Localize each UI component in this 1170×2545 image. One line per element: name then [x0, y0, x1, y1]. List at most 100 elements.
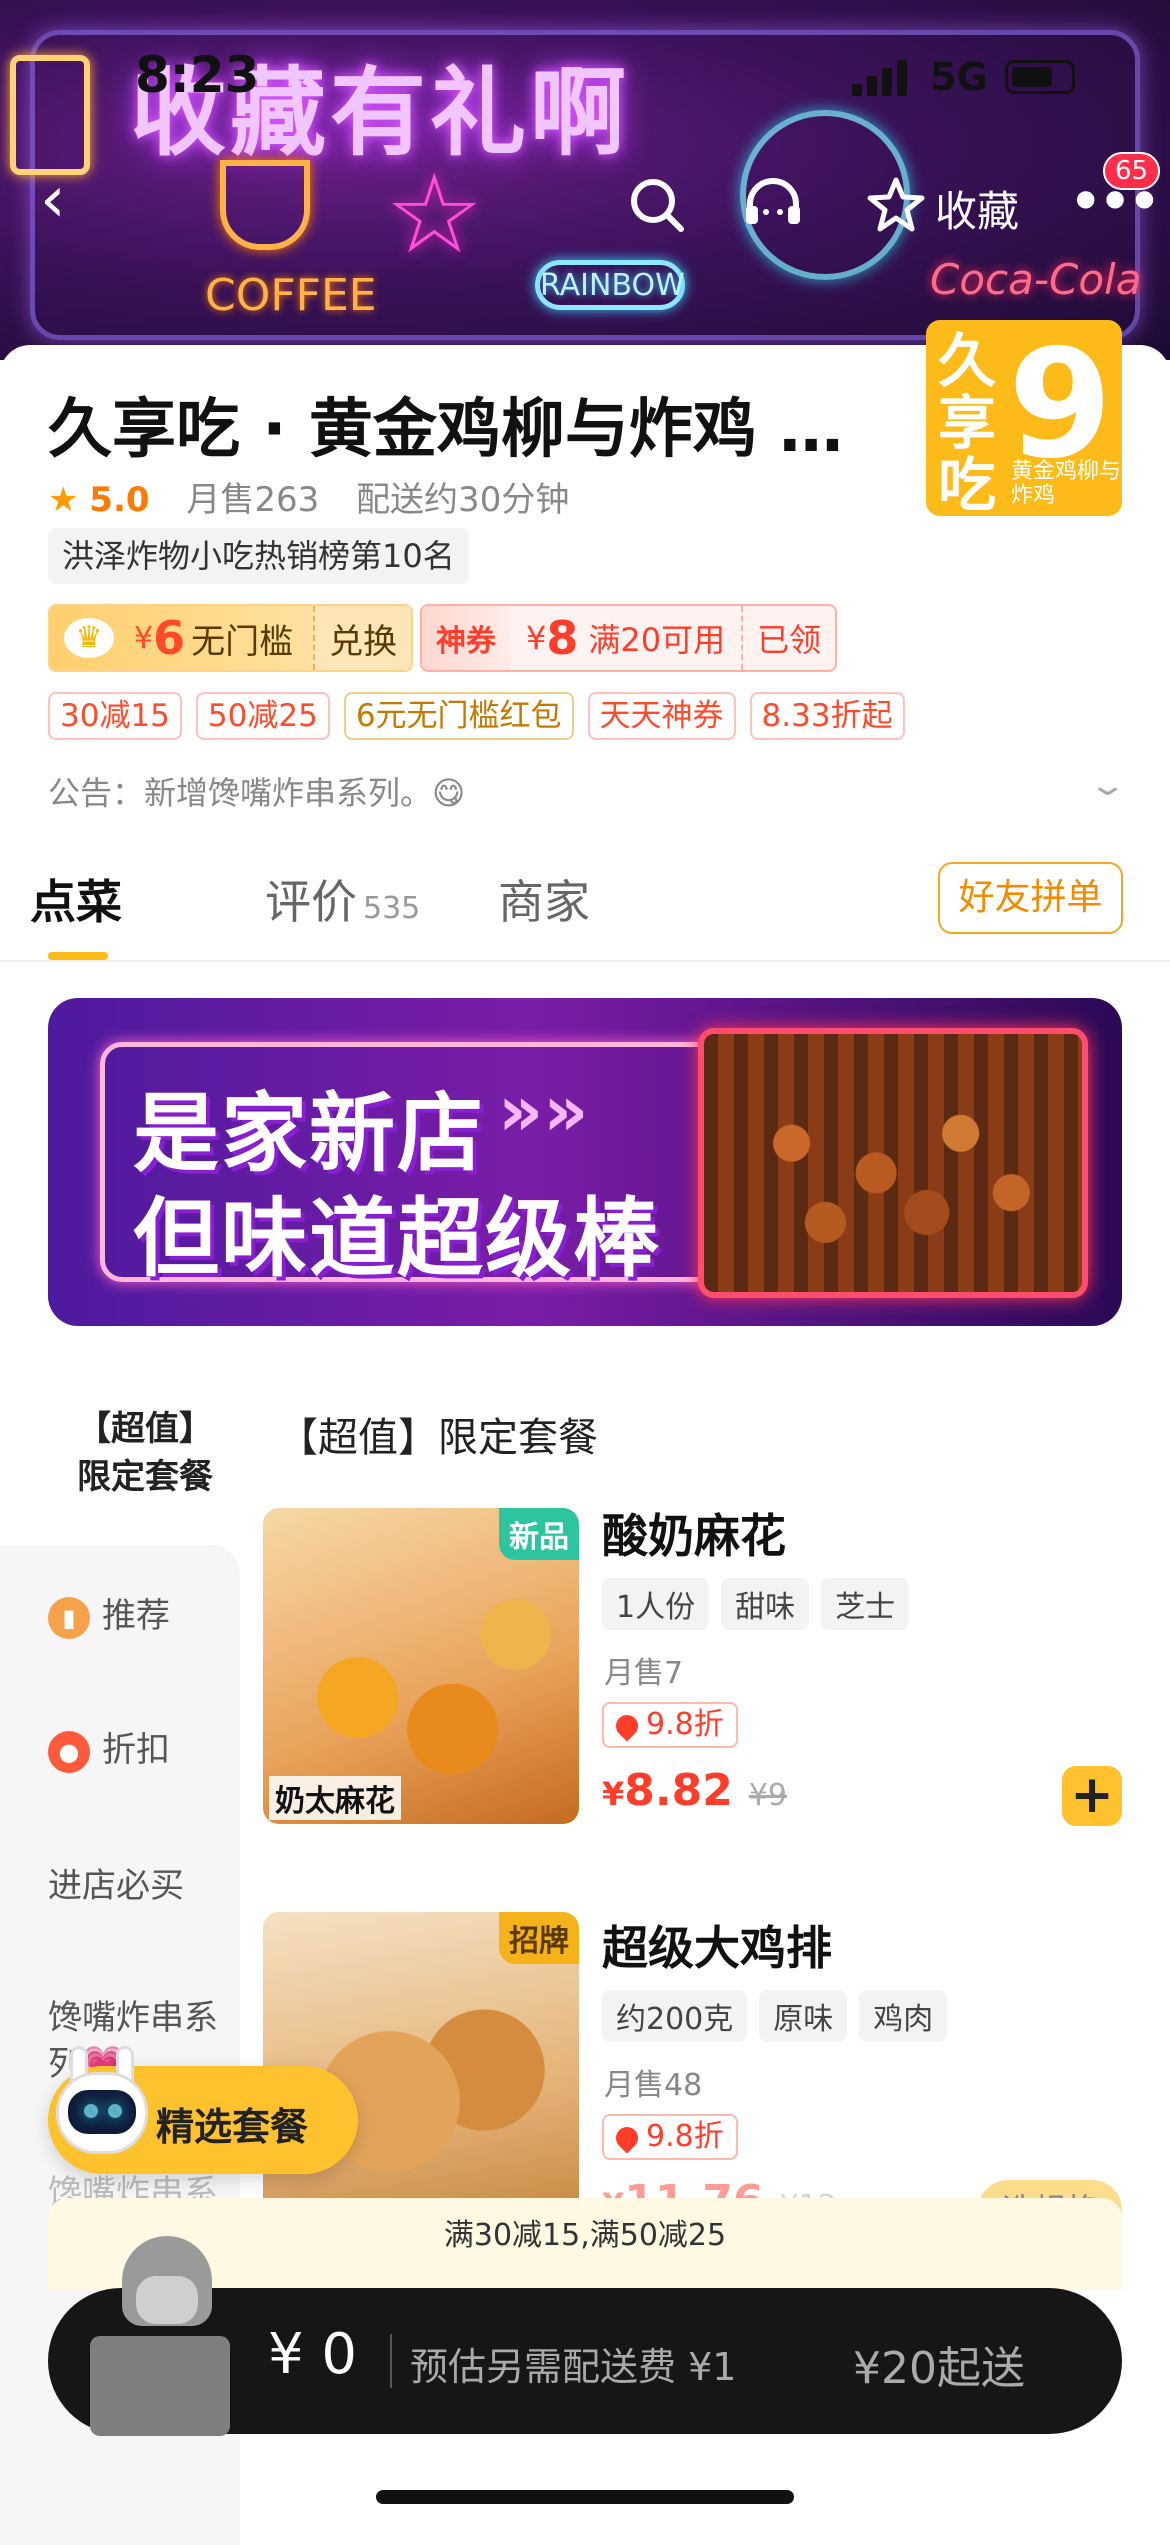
- god-coupon-amount: 8: [546, 611, 579, 665]
- dish-attribute: 约200克: [602, 1990, 748, 2042]
- price-tag-icon: [611, 2121, 643, 2154]
- price-value: 8.82: [624, 1765, 733, 1816]
- tab-order-label: 点菜: [30, 875, 122, 929]
- logo-subtext: 黄金鸡柳与炸鸡: [1011, 459, 1122, 508]
- favorite-star-icon[interactable]: [866, 176, 926, 238]
- logo-text: 久享吃: [938, 327, 997, 516]
- vip-coupon-yen: ¥: [134, 620, 154, 656]
- store-notice[interactable]: 公告：新增馋嘴炸串系列。😋: [48, 768, 465, 814]
- robot-mascot-icon: [52, 2046, 152, 2166]
- sidebar-item-label: 进店必买: [48, 1866, 184, 1906]
- sidebar-item-label: 折扣: [102, 1730, 170, 1770]
- rainbow-neon-text: RAINBOW: [535, 260, 685, 310]
- review-count: 535: [363, 891, 421, 926]
- dish-attributes: 1人份 甜味 芝士: [602, 1578, 910, 1630]
- tab-reviews-label: 评价: [265, 875, 357, 929]
- divider: [0, 960, 1170, 962]
- monthly-sales: 月售263: [186, 480, 320, 520]
- signature-tag: 招牌: [499, 1912, 579, 1964]
- dish-name[interactable]: 酸奶麻花: [602, 1500, 786, 1566]
- rating-star-icon: ★: [48, 480, 79, 520]
- vip-coupon-desc: 无门槛: [191, 621, 294, 662]
- recommend-icon: ▮: [48, 1596, 90, 1639]
- notification-badge: 65: [1103, 152, 1161, 190]
- promo-tag[interactable]: 50减25: [195, 692, 330, 740]
- battery-icon: [1005, 60, 1075, 94]
- banner-line2: 但味道超级棒: [133, 1189, 661, 1289]
- coffee-cup-neon-icon: [220, 160, 310, 250]
- star-neon-icon: ☆: [385, 150, 484, 278]
- dish-sold: 月售48: [604, 2068, 703, 2103]
- price-tag-icon: [611, 1709, 643, 1742]
- dish-price: ¥8.82 ¥9: [602, 1765, 787, 1816]
- section-title: 【超值】限定套餐: [278, 1415, 598, 1461]
- vip-coupon-amount: 6: [153, 611, 186, 665]
- favorite-button[interactable]: 收藏: [935, 178, 1019, 239]
- dish-attributes: 约200克 原味 鸡肉: [602, 1990, 948, 2042]
- coffee-neon-text: COFFEE: [205, 270, 377, 321]
- dish-attribute: 1人份: [602, 1578, 710, 1630]
- promo-tag[interactable]: 30减15: [48, 692, 182, 740]
- original-price: ¥9: [748, 1778, 788, 1813]
- dish-attribute: 芝士: [821, 1578, 910, 1630]
- friend-group-order-button[interactable]: 好友拼单: [938, 862, 1123, 934]
- vip-coupon-exchange-button[interactable]: 兑换: [313, 606, 412, 670]
- sidebar-current-category[interactable]: 【超值】 限定套餐: [45, 1405, 245, 1501]
- discount-icon: ●: [48, 1730, 90, 1773]
- delivery-time: 配送约30分钟: [356, 480, 570, 520]
- store-logo: 久享吃 9 黄金鸡柳与炸鸡: [926, 320, 1122, 516]
- dish-image-caption: 奶太麻花: [269, 1776, 401, 1820]
- tab-merchant-label: 商家: [498, 875, 590, 929]
- delivery-rider-icon[interactable]: [90, 2236, 240, 2436]
- new-tag: 新品: [499, 1508, 579, 1560]
- add-to-cart-button[interactable]: +: [1062, 1766, 1122, 1826]
- god-coupon-desc: 满20可用: [588, 621, 726, 659]
- dish-name[interactable]: 超级大鸡排: [602, 1912, 832, 1978]
- god-coupon-status: 已领: [741, 606, 835, 670]
- dish-attribute: 甜味: [721, 1578, 810, 1630]
- chevron-down-icon[interactable]: ⌄: [1087, 768, 1127, 803]
- dish-discount-label: 9.8折: [646, 2119, 724, 2154]
- sidebar-item-must-buy[interactable]: 进店必买: [48, 1858, 184, 1907]
- rating-score: 5.0: [89, 480, 150, 520]
- sidebar-item-discount[interactable]: ● 折扣: [48, 1722, 170, 1773]
- tab-order[interactable]: 点菜: [30, 866, 122, 932]
- cart-amount: ¥ 0: [268, 2322, 358, 2387]
- network-label: 5G: [930, 55, 988, 99]
- customer-service-icon[interactable]: [742, 178, 804, 238]
- god-coupon-yen: ¥: [526, 619, 547, 657]
- sidebar-item-recommend[interactable]: ▮ 推荐: [48, 1588, 170, 1639]
- back-icon[interactable]: ‹: [40, 168, 66, 232]
- home-indicator[interactable]: [376, 2490, 794, 2504]
- vip-coupon[interactable]: ♛ ¥ 6 无门槛 兑换: [48, 604, 414, 672]
- rank-badge[interactable]: 洪泽炸物小吃热销榜第10名: [48, 528, 469, 584]
- promo-banner[interactable]: 是家新店 »» 但味道超级棒: [48, 998, 1122, 1326]
- dish-image[interactable]: 新品 奶太麻花: [263, 1508, 579, 1824]
- min-order-button[interactable]: ¥20起送: [853, 2332, 1025, 2396]
- dish-sold: 月售7: [604, 1656, 684, 1691]
- promo-tag[interactable]: 6元无门槛红包: [343, 692, 574, 740]
- featured-set-label: 精选套餐: [156, 2105, 309, 2149]
- dish-attribute: 原味: [759, 1990, 848, 2042]
- active-tab-indicator: [48, 952, 108, 960]
- tab-merchant[interactable]: 商家: [498, 866, 590, 932]
- crown-icon: ♛: [64, 618, 114, 658]
- search-icon[interactable]: [628, 176, 686, 238]
- sidebar-item-label: 推荐: [102, 1596, 170, 1636]
- cola-neon-text: Coca-Cola: [930, 255, 1142, 304]
- beer-neon-icon: [10, 55, 90, 175]
- promo-tags[interactable]: 30减15 50减25 6元无门槛红包 天天神券 8.33折起: [48, 692, 905, 740]
- god-coupon[interactable]: 神券 ¥ 8 满20可用 已领: [420, 604, 838, 672]
- store-name: 久享吃 · 黄金鸡柳与炸鸡 …: [48, 393, 844, 467]
- signal-icon: [852, 60, 912, 96]
- dish-discount: 9.8折: [602, 2114, 738, 2160]
- dish-discount: 9.8折: [602, 1702, 738, 1748]
- tab-reviews[interactable]: 评价 535: [265, 866, 420, 932]
- god-coupon-tag: 神券: [422, 606, 510, 670]
- promo-tag[interactable]: 天天神券: [587, 692, 736, 740]
- dish-discount-label: 9.8折: [646, 1707, 724, 1742]
- divider: [390, 2334, 392, 2388]
- price-yen: ¥: [602, 1775, 625, 1813]
- promo-tag[interactable]: 8.33折起: [749, 692, 905, 740]
- rating-row: ★ 5.0 月售263 配送约30分钟: [48, 472, 569, 521]
